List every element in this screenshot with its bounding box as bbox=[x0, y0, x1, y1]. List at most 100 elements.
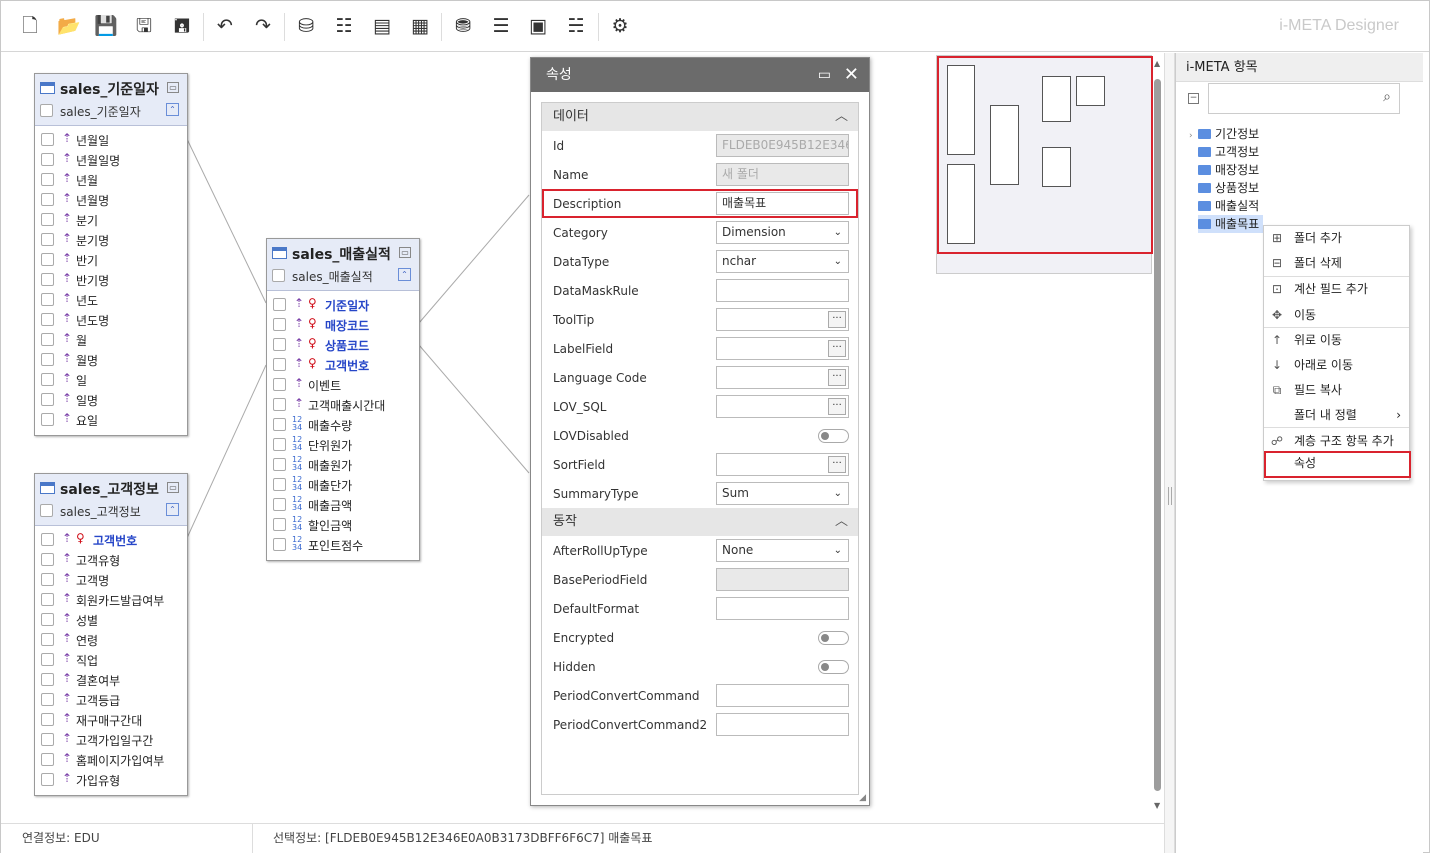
field-checkbox[interactable] bbox=[41, 573, 54, 586]
table-field[interactable]: ⇡ 고객매출시간대 bbox=[267, 395, 419, 415]
toggle-switch[interactable] bbox=[818, 631, 849, 645]
field-checkbox[interactable] bbox=[41, 653, 54, 666]
field-checkbox[interactable] bbox=[41, 593, 54, 606]
field-checkbox[interactable] bbox=[273, 378, 286, 391]
table-field[interactable]: ⇡ 일명 bbox=[35, 390, 187, 410]
table-checkbox[interactable] bbox=[272, 269, 285, 282]
chevron-down-icon[interactable]: ⌄ bbox=[834, 222, 842, 243]
field-checkbox[interactable] bbox=[273, 498, 286, 511]
field-checkbox[interactable] bbox=[41, 733, 54, 746]
db-search-icon[interactable]: ⛃ bbox=[450, 13, 476, 39]
tree-item[interactable]: 매장정보 bbox=[1198, 161, 1259, 179]
field-checkbox[interactable] bbox=[41, 753, 54, 766]
property-value-lov-sql[interactable]: ··· bbox=[716, 395, 849, 418]
table-field[interactable]: 12 34 매출금액 bbox=[267, 495, 419, 515]
table-checkbox[interactable] bbox=[40, 104, 53, 117]
table-field[interactable]: ⇡ 년도 bbox=[35, 290, 187, 310]
minimap-viewport[interactable] bbox=[937, 56, 1153, 254]
field-checkbox[interactable] bbox=[41, 233, 54, 246]
table-field[interactable]: ⇡ 월명 bbox=[35, 350, 187, 370]
field-checkbox[interactable] bbox=[41, 693, 54, 706]
table-field[interactable]: ⇡ 고객가입일구간 bbox=[35, 730, 187, 750]
property-value-sortfield[interactable]: ··· bbox=[716, 453, 849, 476]
expand-arrow-icon[interactable]: › bbox=[1189, 131, 1193, 141]
field-checkbox[interactable] bbox=[41, 633, 54, 646]
save-icon[interactable]: 💾 bbox=[93, 13, 119, 39]
table-field[interactable]: ⇡ ♀ 매장코드 bbox=[267, 315, 419, 335]
context-menu-item[interactable]: ⊞ 폴더 추가 bbox=[1264, 226, 1409, 251]
field-checkbox[interactable] bbox=[41, 253, 54, 266]
field-checkbox[interactable] bbox=[41, 173, 54, 186]
table-field[interactable]: ⇡ 고객등급 bbox=[35, 690, 187, 710]
table-field[interactable]: ⇡ 결혼여부 bbox=[35, 670, 187, 690]
table-menu-icon[interactable]: ▭ bbox=[167, 482, 179, 493]
document-icon[interactable]: ▣ bbox=[525, 13, 551, 39]
property-value-datatype[interactable]: nchar ⌄ bbox=[716, 250, 849, 273]
table-field[interactable]: ⇡ ♀ 기준일자 bbox=[267, 295, 419, 315]
table-field[interactable]: ⇡ 반기 bbox=[35, 250, 187, 270]
table-field[interactable]: ⇡ 고객명 bbox=[35, 570, 187, 590]
table-field[interactable]: ⇡ 년월일명 bbox=[35, 150, 187, 170]
table-field[interactable]: ⇡ 일 bbox=[35, 370, 187, 390]
chevron-down-icon[interactable]: ⌄ bbox=[834, 540, 842, 561]
table-field[interactable]: 12 34 매출단가 bbox=[267, 475, 419, 495]
context-menu-item[interactable]: ⊡ 계산 필드 추가 bbox=[1264, 277, 1409, 302]
field-checkbox[interactable] bbox=[273, 538, 286, 551]
scroll-thumb[interactable] bbox=[1154, 79, 1161, 791]
field-checkbox[interactable] bbox=[41, 313, 54, 326]
property-value-labelfield[interactable]: ··· bbox=[716, 337, 849, 360]
chevron-up-icon[interactable]: ︿ bbox=[835, 508, 848, 536]
table-field[interactable]: ⇡ ♀ 고객번호 bbox=[267, 355, 419, 375]
collapse-icon[interactable]: ⌃ bbox=[398, 268, 411, 281]
context-menu-item[interactable]: 폴더 내 정렬 › bbox=[1264, 403, 1409, 428]
close-icon[interactable]: ✕ bbox=[844, 58, 859, 92]
table-field[interactable]: ⇡ 월 bbox=[35, 330, 187, 350]
undo-icon[interactable]: ↶ bbox=[212, 13, 238, 39]
table-field[interactable]: ⇡ 재구매구간대 bbox=[35, 710, 187, 730]
table-field[interactable]: ⇡ 직업 bbox=[35, 650, 187, 670]
section-action-header[interactable]: 동작 ︿ bbox=[542, 508, 858, 536]
table-base-date[interactable]: sales_기준일자 ▭ sales_기준일자 ⌃ ⇡ 년월일 ⇡ 년월일명 ⇡ 년월 ⇡ 년… bbox=[34, 73, 188, 436]
ellipsis-button[interactable]: ··· bbox=[828, 311, 846, 328]
table-field[interactable]: ⇡ 연령 bbox=[35, 630, 187, 650]
table-field[interactable]: ⇡ 년월 bbox=[35, 170, 187, 190]
field-checkbox[interactable] bbox=[41, 553, 54, 566]
field-checkbox[interactable] bbox=[41, 673, 54, 686]
tree-item[interactable]: 상품정보 bbox=[1198, 179, 1259, 197]
scroll-down-icon[interactable]: ▼ bbox=[1154, 801, 1160, 810]
table-field[interactable]: ⇡ 년월일 bbox=[35, 130, 187, 150]
toggle-switch[interactable] bbox=[818, 660, 849, 674]
property-value-language-code[interactable]: ··· bbox=[716, 366, 849, 389]
context-menu-item[interactable]: 속성 bbox=[1264, 451, 1411, 478]
table-field[interactable]: 12 34 포인트점수 bbox=[267, 535, 419, 555]
table-checkbox[interactable] bbox=[40, 504, 53, 517]
table-field[interactable]: 12 34 할인금액 bbox=[267, 515, 419, 535]
table-field[interactable]: ⇡ 성별 bbox=[35, 610, 187, 630]
context-menu-item[interactable]: ✥ 이동 bbox=[1264, 303, 1409, 328]
tree-settings-icon[interactable]: ☵ bbox=[563, 13, 589, 39]
field-checkbox[interactable] bbox=[273, 438, 286, 451]
field-checkbox[interactable] bbox=[41, 393, 54, 406]
field-checkbox[interactable] bbox=[273, 318, 286, 331]
new-document-icon[interactable]: 🗋 bbox=[17, 13, 43, 39]
tree-item[interactable]: 고객정보 bbox=[1198, 143, 1259, 161]
property-value-afterrolluptype[interactable]: None ⌄ bbox=[716, 539, 849, 562]
table-settings-icon[interactable]: ▦ bbox=[407, 13, 433, 39]
table-field[interactable]: ⇡ 가입유형 bbox=[35, 770, 187, 790]
field-checkbox[interactable] bbox=[273, 518, 286, 531]
save-all-icon[interactable]: 🖫 bbox=[131, 13, 157, 39]
table-edit-icon[interactable]: ▤ bbox=[369, 13, 395, 39]
field-checkbox[interactable] bbox=[41, 193, 54, 206]
property-value-summarytype[interactable]: Sum ⌄ bbox=[716, 482, 849, 505]
property-value-category[interactable]: Dimension ⌄ bbox=[716, 221, 849, 244]
field-checkbox[interactable] bbox=[41, 773, 54, 786]
ellipsis-button[interactable]: ··· bbox=[828, 369, 846, 386]
property-value-defaultformat[interactable] bbox=[716, 597, 849, 620]
minimize-icon[interactable]: ▭ bbox=[818, 58, 831, 92]
field-checkbox[interactable] bbox=[41, 133, 54, 146]
ellipsis-button[interactable]: ··· bbox=[828, 456, 846, 473]
dialog-title-bar[interactable]: 속성 ▭ ✕ bbox=[531, 58, 869, 92]
table-field[interactable]: ⇡ 분기 bbox=[35, 210, 187, 230]
ellipsis-button[interactable]: ··· bbox=[828, 398, 846, 415]
resize-grip-icon[interactable]: ◢ bbox=[859, 793, 866, 803]
